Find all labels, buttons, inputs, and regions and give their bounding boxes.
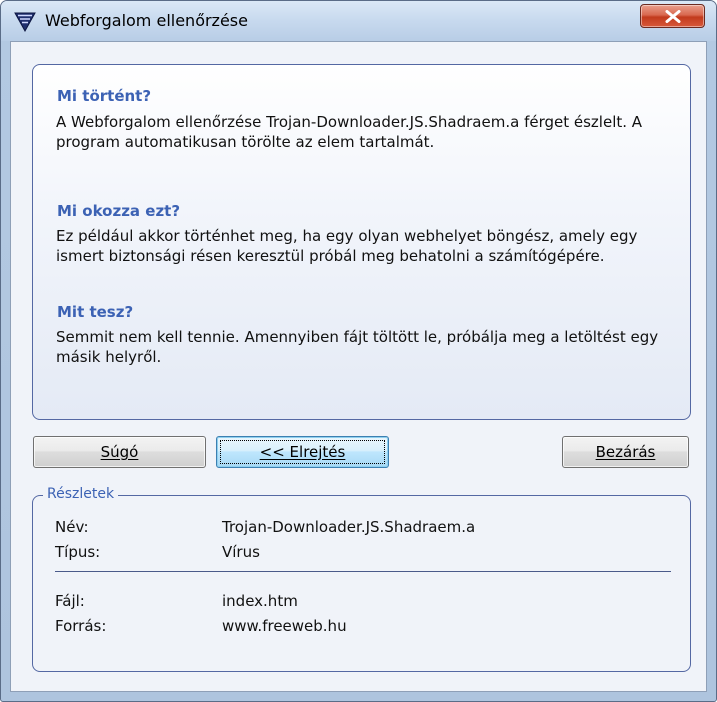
what-to-do-line: másik helyről. xyxy=(56,348,162,366)
details-legend: Részletek xyxy=(43,486,119,502)
file-value: index.htm xyxy=(222,592,298,610)
name-label: Név: xyxy=(55,518,89,536)
what-happened-line: program automatikusan törölte az elem ta… xyxy=(56,133,435,151)
what-causes-line: Ez például akkor történhet meg, ha egy o… xyxy=(56,227,638,245)
details-group: Részletek Név: Trojan-Downloader.JS.Shad… xyxy=(32,486,691,672)
event-info-panel: Mi történt? A Webforgalom ellenőrzése Tr… xyxy=(32,64,691,420)
what-to-do-line: Semmit nem kell tennie. Amennyiben fájt … xyxy=(56,328,659,346)
close-button-label: Bezárás xyxy=(595,443,656,461)
what-to-do-heading: Mit tesz? xyxy=(57,303,134,321)
close-window-button[interactable] xyxy=(640,4,705,28)
close-icon xyxy=(665,10,681,23)
kaspersky-shield-icon xyxy=(14,12,36,33)
what-to-do-text: Semmit nem kell tennie. Amennyiben fájt … xyxy=(56,327,666,367)
name-value: Trojan-Downloader.JS.Shadraem.a xyxy=(222,518,476,536)
what-happened-heading: Mi történt? xyxy=(57,87,152,105)
dialog-window: Webforgalom ellenőrzése Mi történt? A We… xyxy=(0,0,717,702)
hide-details-button[interactable]: << Elrejtés xyxy=(216,436,389,468)
what-causes-heading: Mi okozza ezt? xyxy=(57,202,181,220)
what-happened-line: A Webforgalom ellenőrzése Trojan-Downloa… xyxy=(56,113,643,131)
file-label: Fájl: xyxy=(55,592,85,610)
type-value: Vírus xyxy=(222,543,260,561)
details-divider xyxy=(55,571,671,572)
window-title: Webforgalom ellenőrzése xyxy=(45,11,248,30)
help-button[interactable]: Súgó xyxy=(33,436,206,468)
what-happened-text: A Webforgalom ellenőrzése Trojan-Downloa… xyxy=(56,112,666,152)
close-button[interactable]: Bezárás xyxy=(562,436,689,468)
dialog-body: Mi történt? A Webforgalom ellenőrzése Tr… xyxy=(10,41,707,692)
source-label: Forrás: xyxy=(55,617,107,635)
type-label: Típus: xyxy=(55,543,101,561)
what-causes-text: Ez például akkor történhet meg, ha egy o… xyxy=(56,226,666,266)
source-value: www.freeweb.hu xyxy=(222,617,347,635)
help-button-label: Súgó xyxy=(100,443,139,461)
what-causes-line: ismert biztonsági résen keresztül próbál… xyxy=(56,247,605,265)
title-bar[interactable]: Webforgalom ellenőrzése xyxy=(1,1,716,41)
focus-indicator xyxy=(220,440,385,464)
